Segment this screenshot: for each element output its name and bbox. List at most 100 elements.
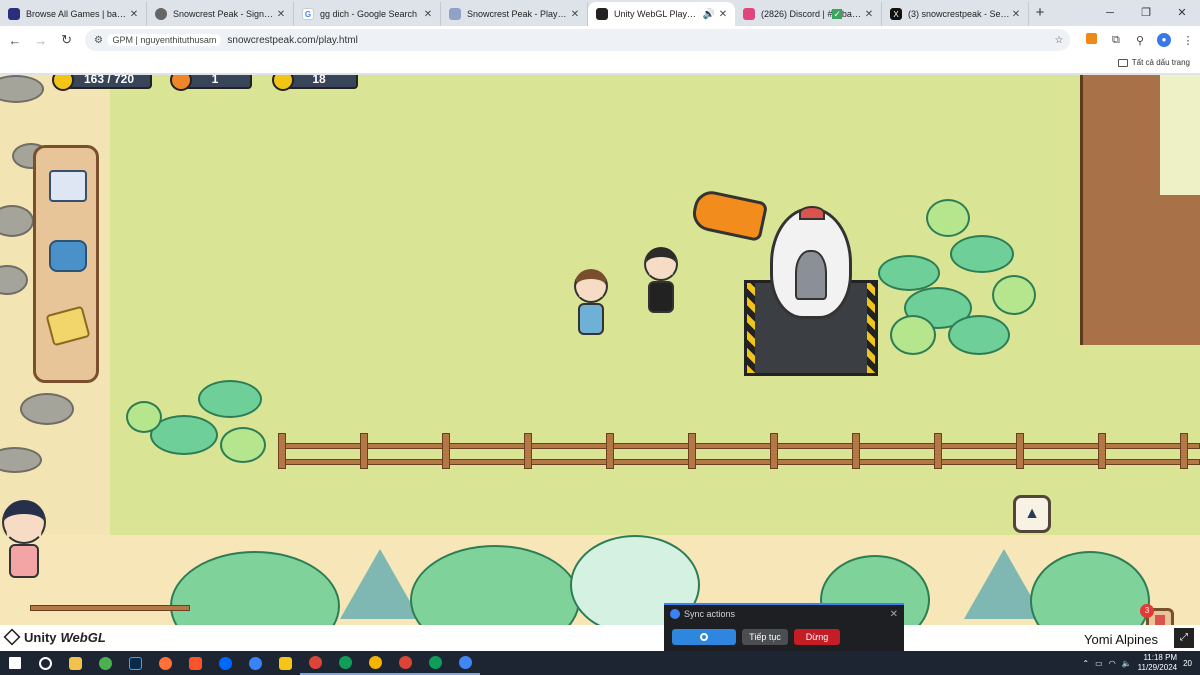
- character-body: [648, 281, 674, 313]
- fence-post: [934, 433, 942, 469]
- fullscreen-icon[interactable]: ⤢: [1174, 628, 1194, 648]
- chrome-icon[interactable]: [420, 651, 450, 675]
- menu-kebab-icon[interactable]: ⋮: [1176, 34, 1200, 47]
- window-controls: ─ ❐ ✕: [1092, 0, 1200, 26]
- close-icon[interactable]: ✕: [128, 9, 140, 20]
- network-icon[interactable]: ▭: [1095, 659, 1103, 668]
- capsule-door: [795, 250, 827, 300]
- notification-count[interactable]: 20: [1183, 659, 1192, 668]
- tab-snowcrest-signup[interactable]: Snowcrest Peak - Sign Up ✕: [147, 2, 294, 26]
- pin-icon[interactable]: ⚲: [1128, 34, 1152, 47]
- tab-unity-webgl[interactable]: Unity WebGL Player | Yomi 🔊 ✕: [588, 2, 735, 26]
- tab-title: Browse All Games | basement.fu: [26, 9, 128, 19]
- restore-icon[interactable]: ❐: [1128, 0, 1164, 26]
- browse-games-favicon-icon: [8, 8, 20, 20]
- site-info-icon[interactable]: ⚙: [89, 35, 107, 46]
- fence-post: [524, 433, 532, 469]
- energy-value: 163 / 720: [83, 75, 135, 86]
- tab-title: Snowcrest Peak - Play the Open: [467, 9, 569, 19]
- brave-icon[interactable]: [180, 651, 210, 675]
- fence-rail: [278, 443, 1200, 449]
- speaker-icon[interactable]: 🔊: [701, 9, 717, 20]
- system-tray: ⌃ ▭ ◠ 🔈 11:18 PM 11/29/2024 20: [1082, 651, 1192, 675]
- carrot-value: 1: [211, 75, 219, 86]
- npc-character[interactable]: [644, 247, 678, 313]
- tab-browse-games[interactable]: Browse All Games | basement.fu ✕: [0, 2, 147, 26]
- tab-discord[interactable]: (2826) Discord | #✓backup-v ✕: [735, 2, 882, 26]
- chrome-icon[interactable]: [300, 651, 330, 675]
- sync-title: Sync actions: [684, 609, 736, 619]
- tab-x-search[interactable]: X (3) snowcrestpeak - Search / X ✕: [882, 2, 1029, 26]
- chrome-icon[interactable]: [390, 651, 420, 675]
- zalo-icon[interactable]: [210, 651, 240, 675]
- stop-button[interactable]: Dừng: [794, 629, 840, 645]
- profile-card-icon[interactable]: [49, 170, 87, 202]
- url-text[interactable]: snowcrestpeak.com/play.html: [227, 35, 1048, 46]
- snowcrest-favicon-icon: [449, 8, 461, 20]
- minimize-icon[interactable]: ─: [1092, 0, 1128, 26]
- wifi-icon[interactable]: ◠: [1109, 659, 1116, 668]
- back-icon[interactable]: ←: [4, 33, 26, 48]
- close-window-icon[interactable]: ✕: [1164, 0, 1200, 26]
- chrome-icon[interactable]: [360, 651, 390, 675]
- game-canvas[interactable]: 163 / 720 1 18 ▲ 3: [0, 75, 1200, 625]
- unity-webgl-logo: Unity WebGL: [3, 628, 106, 646]
- forward-icon[interactable]: →: [30, 33, 52, 48]
- clock[interactable]: 11:18 PM 11/29/2024: [1138, 653, 1177, 673]
- extensions-puzzle-icon[interactable]: ⧉: [1104, 34, 1128, 47]
- chrome-icon[interactable]: [450, 651, 480, 675]
- bookmark-star-icon[interactable]: ☆: [1048, 35, 1070, 46]
- fence-post: [852, 433, 860, 469]
- tab-google-search[interactable]: G gg dich - Google Search ✕: [294, 2, 441, 26]
- fence-post: [606, 433, 614, 469]
- close-icon[interactable]: ✕: [890, 609, 898, 620]
- player-name: Yomi Alpines: [1084, 632, 1158, 647]
- app-green-icon[interactable]: [90, 651, 120, 675]
- bush: [992, 275, 1036, 315]
- address-bar[interactable]: ⚙ GPM | nguyenthituthusam snowcrestpeak.…: [85, 29, 1070, 51]
- avatar-body: [9, 544, 39, 578]
- profile-label: GPM | nguyenthituthusam: [107, 34, 222, 46]
- notification-badge: 3: [1140, 604, 1154, 618]
- bush: [878, 255, 940, 291]
- tab-snowcrest-play[interactable]: Snowcrest Peak - Play the Open ✕: [441, 2, 588, 26]
- star-app-icon[interactable]: [270, 651, 300, 675]
- chrome-icon[interactable]: [330, 651, 360, 675]
- windows-start-icon[interactable]: [0, 651, 30, 675]
- tab-title: (2826) Discord | #✓backup-v: [761, 8, 863, 19]
- firefox-icon[interactable]: [150, 651, 180, 675]
- x-favicon-icon: X: [890, 8, 902, 20]
- continue-button[interactable]: Tiếp tục: [742, 629, 788, 645]
- unity-footer: Unity WebGL ⤢: [0, 625, 1200, 651]
- new-tab-button[interactable]: +: [1029, 2, 1051, 26]
- people-icon[interactable]: [240, 651, 270, 675]
- close-icon[interactable]: ✕: [717, 9, 729, 20]
- quest-marker-button[interactable]: ▲: [1013, 495, 1051, 533]
- all-bookmarks[interactable]: Tất cả dấu trang: [1117, 58, 1190, 67]
- fence-post: [278, 433, 286, 469]
- photoshop-icon[interactable]: [120, 651, 150, 675]
- volume-icon[interactable]: 🔈: [1122, 659, 1132, 668]
- quest-book-icon[interactable]: [45, 305, 91, 347]
- fence-post: [442, 433, 450, 469]
- yomi-avatar[interactable]: [2, 500, 46, 578]
- sync-icon: [670, 609, 680, 619]
- file-explorer-icon[interactable]: [60, 651, 90, 675]
- sync-running-button[interactable]: [672, 629, 736, 645]
- close-icon[interactable]: ✕: [422, 9, 434, 20]
- player-character[interactable]: [574, 269, 608, 335]
- globe-favicon-icon: [155, 8, 167, 20]
- discord-favicon-icon: [743, 8, 755, 20]
- chevron-up-icon[interactable]: ⌃: [1082, 659, 1089, 668]
- reload-icon[interactable]: ↻: [56, 32, 78, 48]
- backpack-icon[interactable]: [49, 240, 87, 272]
- rocket-capsule[interactable]: [770, 206, 852, 319]
- extension-orange-icon[interactable]: [1080, 33, 1104, 47]
- profile-avatar-icon[interactable]: ●: [1152, 33, 1176, 47]
- search-icon[interactable]: [30, 651, 60, 675]
- close-icon[interactable]: ✕: [275, 9, 287, 20]
- close-icon[interactable]: ✕: [863, 9, 875, 20]
- close-icon[interactable]: ✕: [1010, 9, 1022, 20]
- all-bookmarks-label: Tất cả dấu trang: [1131, 58, 1190, 67]
- close-icon[interactable]: ✕: [569, 9, 581, 20]
